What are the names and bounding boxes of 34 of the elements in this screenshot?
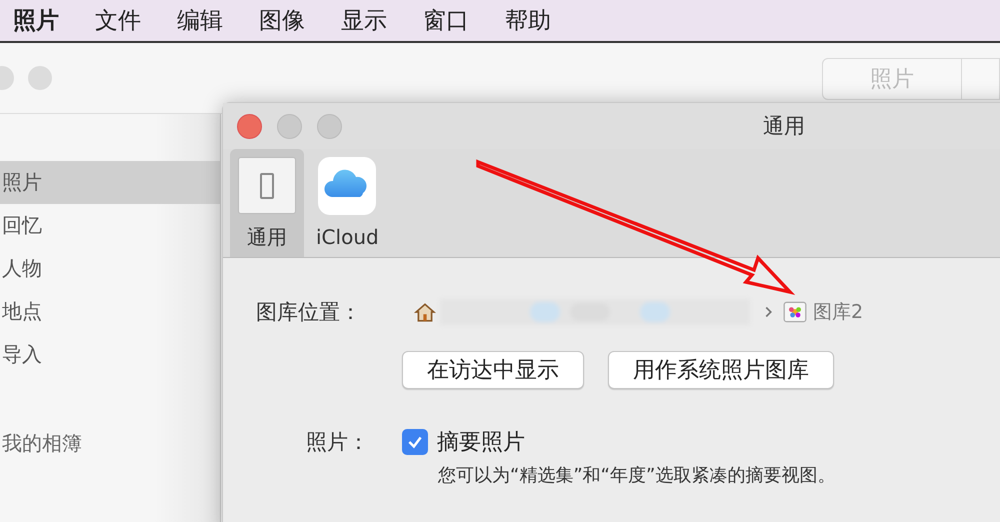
sidebar-item[interactable]: 人物: [0, 247, 220, 290]
library-name: 图库2: [813, 300, 864, 325]
sidebar-section-title[interactable]: 我的相簿: [0, 428, 220, 458]
segment-button[interactable]: [962, 58, 1000, 100]
cloud-icon: [318, 157, 376, 215]
menu-item[interactable]: 照片: [9, 5, 63, 36]
menu-item[interactable]: 帮助: [501, 5, 555, 36]
push-button[interactable]: 用作系统照片图库: [608, 351, 834, 389]
minimize-button[interactable]: [277, 114, 302, 138]
field-label: 照片：: [306, 429, 370, 456]
zoom-button[interactable]: [317, 114, 342, 138]
chevron-icon: [764, 305, 773, 319]
window-button[interactable]: [28, 66, 52, 90]
menu-item[interactable]: 图像: [255, 5, 309, 36]
field-label: 图库位置：: [256, 299, 362, 326]
close-button[interactable]: [237, 114, 262, 138]
menu-item[interactable]: 窗口: [419, 5, 473, 36]
menu-item[interactable]: 文件: [91, 5, 145, 36]
switch-icon: [238, 157, 296, 214]
checkbox-label[interactable]: 摘要照片: [437, 427, 525, 457]
checkbox[interactable]: [402, 429, 428, 455]
toolbar-tab[interactable]: iCloud: [308, 149, 387, 257]
photos-library-icon: [783, 300, 807, 324]
toolbar-tab[interactable]: 通用: [230, 149, 304, 257]
push-button[interactable]: 在访达中显示: [402, 351, 584, 389]
sidebar-item[interactable]: 导入: [0, 333, 220, 376]
window-title: 通用: [763, 113, 805, 140]
menu-item[interactable]: 编辑: [173, 5, 227, 36]
sidebar-item[interactable]: 照片: [0, 161, 220, 204]
sidebar-item[interactable]: 地点: [0, 290, 220, 333]
house-icon: [414, 301, 436, 323]
menu-item[interactable]: 显示: [337, 5, 391, 36]
sidebar-item[interactable]: 回忆: [0, 204, 220, 247]
description-text: 您可以为“精选集”和“年度”选取紧凑的摘要视图。: [438, 464, 836, 487]
